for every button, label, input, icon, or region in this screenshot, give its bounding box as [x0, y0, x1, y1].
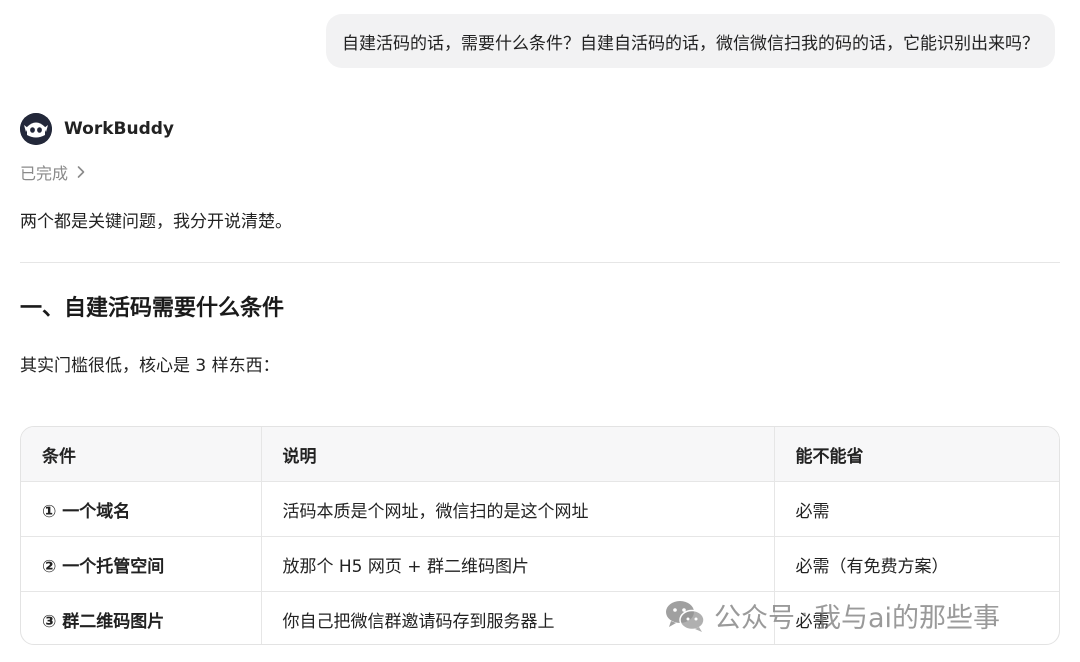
- table-header-row: 条件 说明 能不能省: [21, 427, 1059, 482]
- table-header-condition: 条件: [21, 427, 262, 482]
- table-cell-description: 放那个 H5 网页 + 群二维码图片: [261, 536, 775, 592]
- section-heading: 一、自建活码需要什么条件: [20, 296, 285, 321]
- table-header-optional: 能不能省: [774, 427, 1059, 482]
- table-cell-optional: 必需: [795, 611, 830, 632]
- table-cell-condition: ③ 群二维码图片: [21, 591, 262, 644]
- table-cell-optional: 必需（有免费方案）: [774, 536, 1059, 592]
- section-text: 其实门槛很低，核心是 3 样东西：: [20, 356, 280, 376]
- chevron-right-icon: [77, 166, 85, 178]
- table-cell-description: 活码本质是个网址，微信扫的是这个网址: [261, 481, 775, 537]
- table-cell-optional: 必需: [774, 481, 1059, 537]
- table-cell-condition: ② 一个托管空间: [21, 536, 262, 592]
- table-row: ③ 群二维码图片 你自己把微信群邀请码存到服务器上 必需: [21, 591, 1059, 644]
- user-message-bubble: 自建活码的话，需要什么条件？自建自活码的话，微信微信扫我的码的话，它能识别出来吗…: [326, 14, 1055, 68]
- assistant-intro-text: 两个都是关键问题，我分开说清楚。: [20, 212, 292, 232]
- conditions-table: 条件 说明 能不能省 ① 一个域名 活码本质是个网址，微信扫的是这个网址 必需 …: [20, 426, 1060, 645]
- table-header-description: 说明: [261, 427, 775, 482]
- divider: [20, 262, 1060, 263]
- task-status-label: 已完成: [20, 164, 69, 183]
- task-status-toggle[interactable]: 已完成: [20, 160, 86, 184]
- user-message-text: 自建活码的话，需要什么条件？自建自活码的话，微信微信扫我的码的话，它能识别出来吗…: [342, 33, 1039, 54]
- robot-avatar-icon: [20, 113, 52, 145]
- chat-page: 自建活码的话，需要什么条件？自建自活码的话，微信微信扫我的码的话，它能识别出来吗…: [0, 0, 1080, 662]
- assistant-header: WorkBuddy: [20, 113, 174, 145]
- table-row: ② 一个托管空间 放那个 H5 网页 + 群二维码图片 必需（有免费方案）: [21, 536, 1059, 592]
- table-cell-condition: ① 一个域名: [21, 481, 262, 537]
- assistant-name: WorkBuddy: [64, 119, 174, 139]
- table-row: ① 一个域名 活码本质是个网址，微信扫的是这个网址 必需: [21, 481, 1059, 537]
- table-cell-description: 你自己把微信群邀请码存到服务器上: [261, 591, 775, 644]
